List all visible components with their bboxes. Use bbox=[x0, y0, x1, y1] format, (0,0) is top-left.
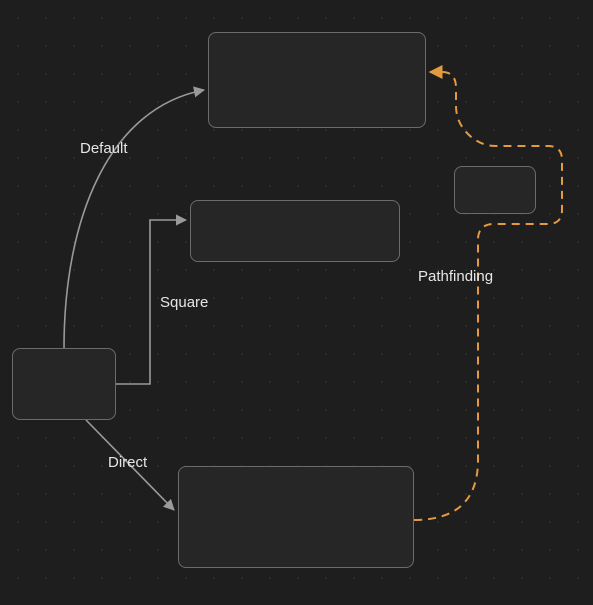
label-direct: Direct bbox=[108, 454, 147, 471]
label-default: Default bbox=[80, 140, 128, 157]
diagram-canvas[interactable]: Default Square Direct Pathfinding bbox=[0, 0, 593, 605]
node-source[interactable] bbox=[12, 348, 116, 420]
edge-pathfinding bbox=[414, 72, 562, 520]
node-small[interactable] bbox=[454, 166, 536, 214]
node-mid[interactable] bbox=[190, 200, 400, 262]
node-top[interactable] bbox=[208, 32, 426, 128]
label-pathfinding: Pathfinding bbox=[418, 268, 493, 285]
node-bottom[interactable] bbox=[178, 466, 414, 568]
label-square: Square bbox=[160, 294, 208, 311]
